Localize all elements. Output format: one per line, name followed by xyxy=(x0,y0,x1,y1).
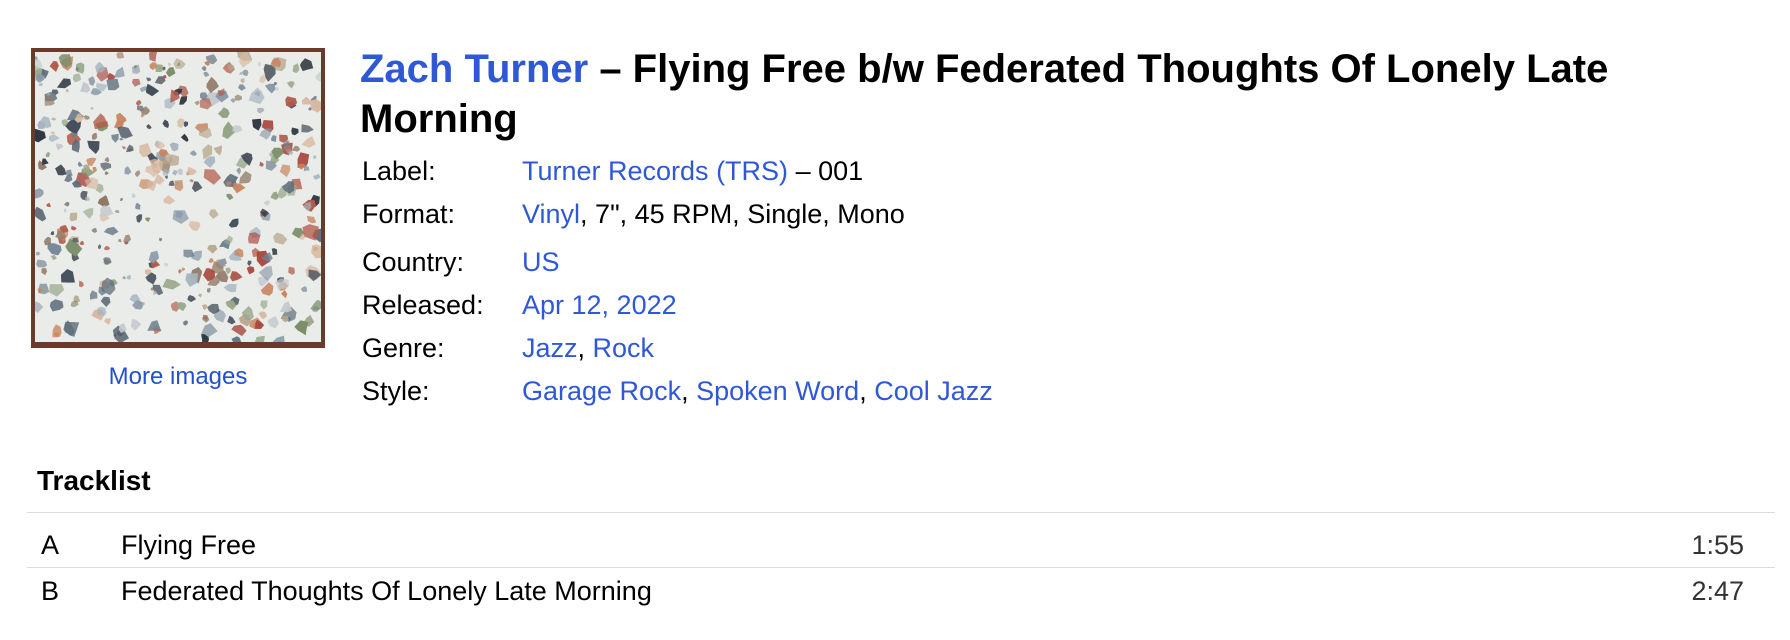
label-link[interactable]: Turner Records (TRS) xyxy=(522,156,788,186)
genre-separator: , xyxy=(577,333,593,363)
terrazzo-artwork xyxy=(35,52,321,342)
released-link[interactable]: Apr 12, 2022 xyxy=(522,290,677,320)
released-key: Released: xyxy=(362,290,484,320)
track-title: Federated Thoughts Of Lonely Late Mornin… xyxy=(121,576,652,606)
country-key: Country: xyxy=(362,247,465,277)
catalog-number: – 001 xyxy=(795,156,864,186)
cover-image[interactable] xyxy=(31,48,325,348)
track-duration: 1:55 xyxy=(1691,530,1744,560)
terrazzo-chip xyxy=(116,52,125,59)
country-link[interactable]: US xyxy=(522,247,560,277)
track-position: B xyxy=(41,576,60,606)
label-key: Label: xyxy=(362,156,436,186)
track-duration: 2:47 xyxy=(1691,576,1744,606)
track-title: Flying Free xyxy=(121,530,257,560)
genre-link-jazz[interactable]: Jazz xyxy=(522,333,578,363)
track-position: A xyxy=(41,530,60,560)
genre-link-rock[interactable]: Rock xyxy=(593,333,655,363)
tracklist-divider xyxy=(27,512,1775,513)
format-details: , 7", 45 RPM, Single, Mono xyxy=(580,199,905,229)
tracklist-heading: Tracklist xyxy=(37,465,151,496)
release-title: Zach Turner – Flying Free b/w Federated … xyxy=(360,44,1690,144)
release-page: More images Zach Turner – Flying Free b/… xyxy=(0,0,1790,640)
artist-link[interactable]: Zach Turner xyxy=(360,47,588,91)
style-link-cool-jazz[interactable]: Cool Jazz xyxy=(874,376,993,406)
more-images-link[interactable]: More images xyxy=(31,363,325,391)
track-row[interactable]: B Federated Thoughts Of Lonely Late Morn… xyxy=(27,569,1775,613)
format-key: Format: xyxy=(362,199,456,229)
track-row[interactable]: A Flying Free 1:55 xyxy=(27,523,1775,567)
style-link-spoken-word[interactable]: Spoken Word xyxy=(696,376,859,406)
genre-key: Genre: xyxy=(362,333,445,363)
terrazzo-chip xyxy=(106,78,120,91)
terrazzo-chip xyxy=(69,212,78,222)
style-key: Style: xyxy=(362,376,430,406)
track-divider xyxy=(27,567,1775,568)
style-separator: , xyxy=(681,376,697,406)
style-link-garage-rock[interactable]: Garage Rock xyxy=(522,376,681,406)
format-link[interactable]: Vinyl xyxy=(522,199,580,229)
terrazzo-chip xyxy=(207,288,211,293)
style-separator: , xyxy=(859,376,875,406)
